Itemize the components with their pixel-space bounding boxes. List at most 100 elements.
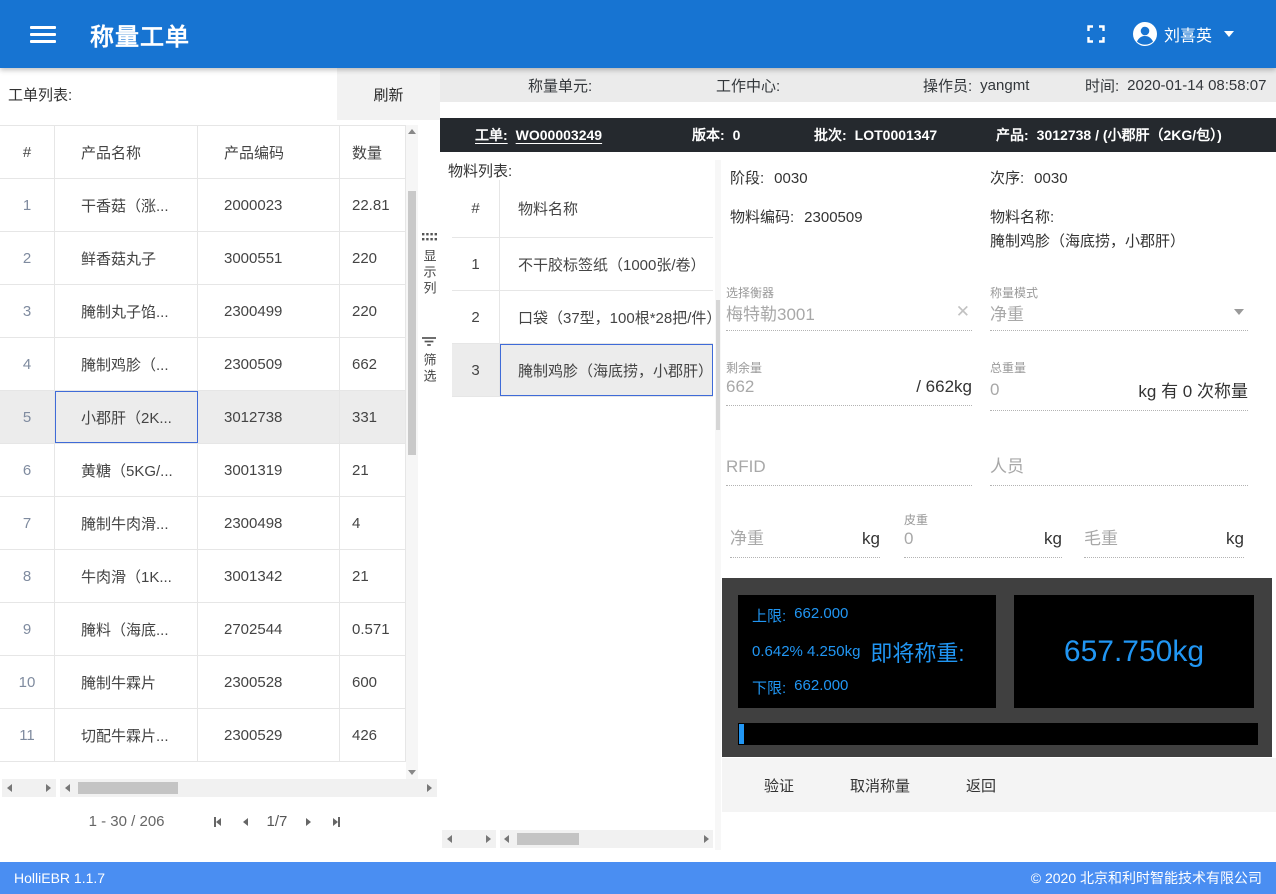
- row-num: 8: [0, 550, 55, 602]
- first-page-icon[interactable]: [212, 814, 223, 830]
- qty: 331: [340, 391, 406, 443]
- lower-limit-value: 662.000: [794, 677, 848, 698]
- table-row[interactable]: 7 腌制牛肉滑... 2300498 4: [0, 497, 406, 550]
- product-name: 腌料（海底...: [55, 603, 198, 655]
- material-name: 物料名称:腌制鸡胗（海底捞，小郡肝）: [990, 206, 1258, 254]
- prev-page-icon[interactable]: [241, 815, 250, 829]
- scroll-left-icon[interactable]: [447, 835, 452, 843]
- row-num: 2: [0, 232, 55, 284]
- product-code: 2702544: [198, 603, 340, 655]
- remaining-input[interactable]: [726, 377, 916, 405]
- table-row[interactable]: 1 不干胶标签纸（1000张/卷）: [452, 238, 713, 291]
- horizontal-scrollbar[interactable]: [500, 830, 713, 848]
- tare-weight-input[interactable]: [904, 529, 1044, 557]
- filter-label: 筛选: [420, 353, 439, 385]
- scroll-right-icon[interactable]: [704, 835, 709, 843]
- scrollbar-thumb[interactable]: [408, 191, 416, 455]
- table-row[interactable]: 2 口袋（37型，100根*28把/件）: [452, 291, 713, 344]
- row-num: 3: [0, 285, 55, 337]
- scroll-left-icon[interactable]: [7, 784, 12, 792]
- product-code: 2300528: [198, 656, 340, 708]
- total-weight-label: 总重量: [990, 359, 1248, 373]
- person-input[interactable]: [990, 457, 1248, 485]
- col-index: #: [452, 180, 500, 237]
- qty: 220: [340, 285, 406, 337]
- next-page-icon[interactable]: [304, 815, 313, 829]
- gross-weight-input[interactable]: [1084, 529, 1226, 557]
- tolerance-value: 0.642% 4.250kg: [752, 643, 860, 660]
- scroll-right-icon[interactable]: [46, 784, 51, 792]
- filter-button[interactable]: 筛选: [418, 337, 440, 385]
- upper-limit-value: 662.000: [794, 605, 848, 626]
- table-row-selected[interactable]: 5 小郡肝（2K... 3012738 331: [0, 391, 406, 444]
- progress-indicator: [739, 724, 744, 744]
- horizontal-scrollbar[interactable]: [60, 779, 437, 797]
- frozen-hscrollbar[interactable]: [442, 830, 496, 848]
- tare-weight-field: 皮重 kg: [904, 511, 1062, 558]
- total-weight-suffix: kg 有 0 次称量: [1138, 377, 1248, 410]
- table-row[interactable]: 1 干香菇（涨... 2000023 22.81: [0, 179, 406, 232]
- row-num: 9: [0, 603, 55, 655]
- product: 产品: 3012738 / (小郡肝（2KG/包）): [996, 118, 1222, 152]
- scroll-right-icon[interactable]: [486, 835, 491, 843]
- row-num: 4: [0, 338, 55, 390]
- row-num: 11: [0, 709, 55, 761]
- sequence-label: 次序:: [990, 167, 1024, 191]
- mode-select[interactable]: [990, 302, 1230, 330]
- fullscreen-icon[interactable]: [1086, 24, 1106, 44]
- dropdown-caret-icon[interactable]: [1234, 309, 1244, 315]
- pending-weigh-label: 即将称重:: [870, 636, 964, 668]
- detail-scrollbar[interactable]: [715, 160, 721, 850]
- table-row[interactable]: 3 腌制丸子馅... 2300499 220: [0, 285, 406, 338]
- table-row[interactable]: 11 切配牛霖片... 2300529 426: [0, 709, 406, 762]
- table-row[interactable]: 6 黄糖（5KG/... 3001319 21: [0, 444, 406, 497]
- scroll-right-icon[interactable]: [427, 784, 432, 792]
- table-row-selected[interactable]: 3 腌制鸡胗（海底捞，小郡肝）: [452, 344, 713, 397]
- total-weight-input[interactable]: [990, 380, 1138, 408]
- scroll-left-icon[interactable]: [504, 835, 509, 843]
- show-columns-button[interactable]: 显示列: [418, 233, 440, 297]
- scrollbar-thumb[interactable]: [716, 300, 720, 430]
- app-header: 称量工单 刘喜英: [0, 0, 1276, 68]
- product-code: 2300529: [198, 709, 340, 761]
- qty: 600: [340, 656, 406, 708]
- grid-icon: [422, 233, 437, 243]
- back-button[interactable]: 返回: [964, 771, 998, 800]
- vertical-scrollbar[interactable]: [406, 125, 418, 779]
- verify-button[interactable]: 验证: [762, 771, 796, 800]
- table-row[interactable]: 9 腌料（海底... 2702544 0.571: [0, 603, 406, 656]
- show-columns-label: 显示列: [420, 249, 439, 297]
- table-row[interactable]: 2 鲜香菇丸子 3000551 220: [0, 232, 406, 285]
- scrollbar-thumb[interactable]: [78, 782, 178, 794]
- product-name: 腌制丸子馅...: [55, 285, 198, 337]
- menu-icon[interactable]: [26, 22, 60, 47]
- scroll-down-icon[interactable]: [408, 770, 416, 775]
- scale-input[interactable]: [726, 302, 954, 330]
- net-weight-field: kg: [730, 529, 880, 558]
- scroll-up-icon[interactable]: [408, 129, 416, 134]
- order-link[interactable]: 工单: WO00003249: [475, 118, 602, 152]
- table-row[interactable]: 8 牛肉滑（1K... 3001342 21: [0, 550, 406, 603]
- weight-progress-bar: [738, 723, 1258, 745]
- refresh-button[interactable]: 刷新: [337, 68, 440, 120]
- scroll-left-icon[interactable]: [65, 784, 70, 792]
- frozen-hscrollbar[interactable]: [2, 779, 56, 797]
- product-value: 3012738 / (小郡肝（2KG/包）): [1037, 125, 1222, 145]
- qty: 662: [340, 338, 406, 390]
- user-menu[interactable]: 刘喜英: [1132, 21, 1234, 47]
- net-weight-input[interactable]: [730, 529, 862, 557]
- product-code: 3000551: [198, 232, 340, 284]
- filter-icon: [422, 337, 436, 347]
- rfid-input[interactable]: [726, 457, 972, 485]
- batch-label: 批次:: [814, 125, 847, 145]
- order-number: WO00003249: [516, 127, 602, 143]
- scrollbar-thumb[interactable]: [517, 833, 579, 845]
- clear-icon[interactable]: ✕: [954, 302, 972, 330]
- cancel-weigh-button[interactable]: 取消称量: [848, 771, 912, 800]
- qty: 426: [340, 709, 406, 761]
- table-row[interactable]: 10 腌制牛霖片 2300528 600: [0, 656, 406, 709]
- material-name-value: 腌制鸡胗（海底捞，小郡肝）: [990, 233, 1185, 250]
- mode-field: 称量模式: [990, 284, 1248, 331]
- last-page-icon[interactable]: [331, 814, 342, 830]
- table-row[interactable]: 4 腌制鸡胗（... 2300509 662: [0, 338, 406, 391]
